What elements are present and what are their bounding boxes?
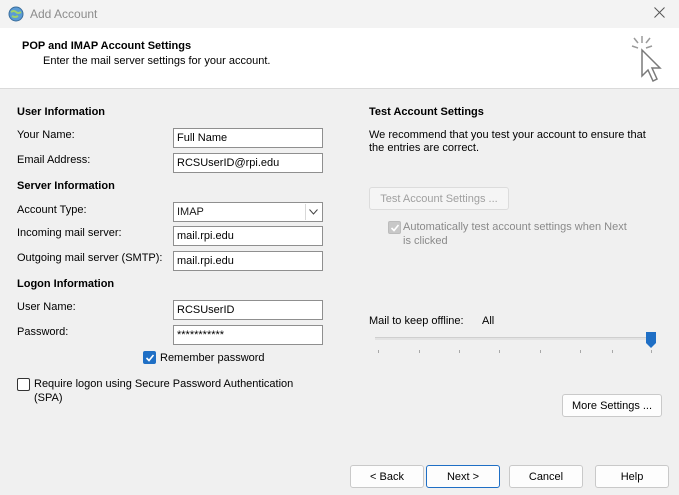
test-account-settings-button[interactable]: Test Account Settings ...	[369, 187, 509, 210]
close-icon	[653, 7, 665, 21]
cancel-button[interactable]: Cancel	[509, 465, 583, 488]
account-type-select[interactable]: IMAP	[173, 202, 323, 222]
test-description-line2: the entries are correct.	[369, 142, 480, 154]
dialog-header: POP and IMAP Account Settings Enter the …	[0, 28, 679, 89]
slider-tick	[612, 350, 613, 353]
remember-password-checkbox[interactable]	[143, 351, 156, 364]
logon-information-heading: Logon Information	[17, 278, 115, 290]
window-title: Add Account	[30, 7, 98, 21]
spa-label-line2: (SPA)	[34, 392, 63, 404]
help-button[interactable]: Help	[595, 465, 669, 488]
your-name-field[interactable]	[173, 128, 323, 148]
auto-test-label-line2: is clicked	[403, 235, 448, 247]
mail-offline-label: Mail to keep offline:	[369, 315, 464, 327]
server-information-heading: Server Information	[17, 180, 115, 192]
mail-offline-value: All	[482, 315, 495, 327]
slider-tick	[378, 350, 379, 353]
user-name-field[interactable]	[173, 300, 323, 320]
chevron-down-icon	[305, 204, 321, 220]
outgoing-mail-server-label: Outgoing mail server (SMTP):	[17, 252, 163, 264]
slider-tick	[459, 350, 460, 353]
slider-tick	[580, 350, 581, 353]
checkmark-icon	[145, 354, 155, 362]
outgoing-mail-server-field[interactable]	[173, 251, 323, 271]
outlook-globe-icon	[8, 6, 24, 22]
slider-tick	[540, 350, 541, 353]
back-button[interactable]: < Back	[350, 465, 424, 488]
header-title: POP and IMAP Account Settings	[22, 40, 192, 52]
spa-checkbox[interactable]	[17, 378, 30, 391]
email-address-field[interactable]	[173, 153, 323, 173]
spa-label-line1: Require logon using Secure Password Auth…	[34, 378, 294, 390]
slider-tick	[499, 350, 500, 353]
test-description-line1: We recommend that you test your account …	[369, 129, 646, 141]
auto-test-checkbox[interactable]	[388, 221, 401, 234]
mail-offline-slider-thumb[interactable]	[646, 332, 656, 348]
slider-tick	[651, 350, 652, 353]
more-settings-button[interactable]: More Settings ...	[562, 394, 662, 417]
user-name-label: User Name:	[17, 301, 76, 313]
account-type-label: Account Type:	[17, 204, 87, 216]
your-name-label: Your Name:	[17, 129, 75, 141]
slider-tick	[419, 350, 420, 353]
incoming-mail-server-label: Incoming mail server:	[17, 227, 122, 239]
mail-offline-slider-track[interactable]	[375, 337, 654, 340]
auto-test-label-line1: Automatically test account settings when…	[403, 221, 627, 233]
add-account-dialog: Add Account POP and IMAP Account Setting…	[0, 0, 679, 495]
click-cursor-icon	[627, 34, 667, 84]
remember-password-label: Remember password	[160, 352, 265, 364]
header-subtitle: Enter the mail server settings for your …	[43, 55, 271, 67]
next-button[interactable]: Next >	[426, 465, 500, 488]
incoming-mail-server-field[interactable]	[173, 226, 323, 246]
email-address-label: Email Address:	[17, 154, 91, 166]
test-account-settings-heading: Test Account Settings	[369, 106, 484, 118]
title-bar: Add Account	[0, 0, 679, 28]
account-type-value: IMAP	[177, 206, 204, 218]
password-field[interactable]	[173, 325, 323, 345]
password-label: Password:	[17, 326, 69, 338]
checkmark-icon	[390, 224, 400, 232]
close-button[interactable]	[639, 0, 679, 28]
user-information-heading: User Information	[17, 106, 106, 118]
